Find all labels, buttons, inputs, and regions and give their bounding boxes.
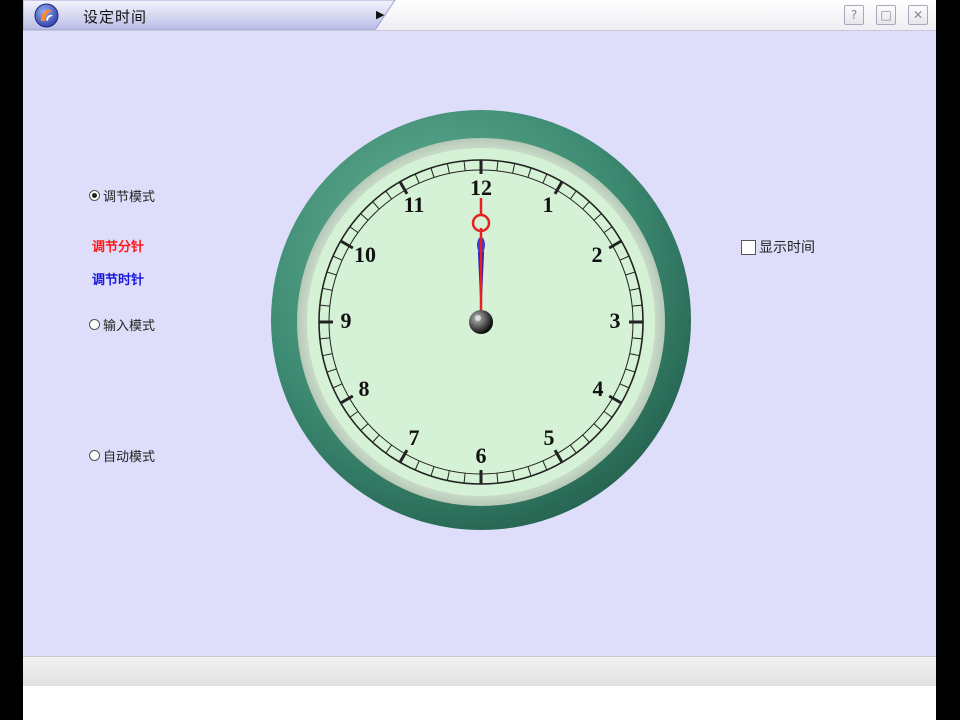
clock-center-knob <box>469 310 493 334</box>
play-arrow-icon[interactable]: ▶ <box>376 8 388 22</box>
adjust-mode-radio[interactable] <box>89 189 100 201</box>
show-time-option[interactable]: 显示时间 <box>741 238 815 256</box>
clock-number-9: 9 <box>341 308 352 333</box>
status-bar <box>23 656 936 686</box>
clock-number-3: 3 <box>610 308 621 333</box>
clock-number-1: 1 <box>543 192 554 217</box>
clock-number-6: 6 <box>476 443 487 468</box>
show-time-checkbox[interactable] <box>741 239 756 255</box>
clock-number-2: 2 <box>592 242 603 267</box>
auto-mode-option[interactable]: 自动模式 <box>89 446 156 465</box>
restore-button[interactable]: □ <box>876 5 896 25</box>
adjust-mode-option[interactable]: 调节模式 <box>89 186 156 205</box>
set-time-window: 设定时间 ▶ ? □ ✕ 调节模式 调节分针 调节时针 输入模式 自动模式 显示… <box>23 0 936 686</box>
input-mode-option[interactable]: 输入模式 <box>89 315 156 334</box>
input-mode-radio[interactable] <box>89 318 100 330</box>
clock-number-5: 5 <box>544 425 555 450</box>
adjust-mode-label: 调节模式 <box>103 189 156 205</box>
clock-center-highlight <box>475 315 481 321</box>
clock-number-12: 12 <box>470 175 492 200</box>
page-bottom-area <box>23 686 936 720</box>
auto-mode-label: 自动模式 <box>103 449 156 465</box>
app-logo-icon <box>34 3 59 28</box>
analog-clock[interactable]: 12 1 2 3 4 5 6 7 8 9 10 11 <box>269 108 693 532</box>
help-button[interactable]: ? <box>844 5 864 25</box>
title-tab <box>23 0 396 30</box>
title-bar: 设定时间 ▶ ? □ ✕ <box>23 0 936 31</box>
clock-number-8: 8 <box>359 376 370 401</box>
clock-number-4: 4 <box>593 376 604 401</box>
clock-number-7: 7 <box>409 425 420 450</box>
clock-number-11: 11 <box>404 192 425 217</box>
show-time-label: 显示时间 <box>759 240 815 256</box>
close-button[interactable]: ✕ <box>908 5 928 25</box>
input-mode-label: 输入模式 <box>103 318 156 334</box>
window-title: 设定时间 <box>83 8 148 26</box>
auto-mode-radio[interactable] <box>89 449 100 461</box>
adjust-minute-hand-link[interactable]: 调节分针 <box>92 236 144 255</box>
adjust-hour-hand-link[interactable]: 调节时针 <box>92 269 144 288</box>
clock-number-10: 10 <box>354 242 376 267</box>
